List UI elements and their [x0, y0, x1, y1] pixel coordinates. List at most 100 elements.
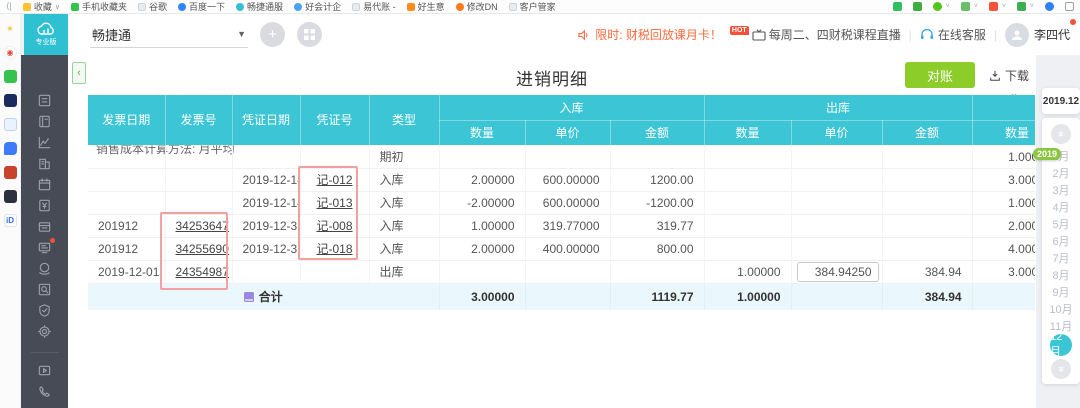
voucher-link[interactable]: 记-013 [316, 196, 352, 210]
bookmark-crm[interactable]: 客户管家 [509, 0, 556, 13]
col-invoice-no[interactable]: 发票号 [165, 95, 232, 145]
sidebar-item-report-icon[interactable] [34, 240, 56, 255]
sidebar-item-settings-gear-icon[interactable] [34, 324, 56, 339]
workspace-select[interactable]: 畅捷通 ▼ [90, 22, 248, 48]
col-in-amount[interactable]: 金额 [610, 120, 704, 145]
sidebar-item-query-icon[interactable] [34, 282, 56, 297]
doc-icon[interactable] [4, 118, 17, 131]
sidebar-divider [31, 352, 59, 353]
month-item-selected[interactable]: 12月 [1050, 334, 1072, 356]
download-button[interactable]: 下载 [989, 67, 1029, 84]
sidebar-item-voucher-icon[interactable] [34, 198, 56, 213]
sidebar-item-service-icon[interactable] [34, 261, 56, 276]
extension-scissors-icon[interactable] [989, 2, 998, 11]
col-voucher-date[interactable]: 凭证日期 [232, 95, 300, 145]
invoice-link[interactable]: 34255690 [176, 242, 229, 256]
promo-link[interactable]: 限时: 财税回放课月卡！ [577, 26, 722, 43]
game-icon[interactable] [4, 166, 17, 179]
bookmark-baidu[interactable]: 百度一下 [178, 0, 225, 13]
col-out-qty[interactable]: 数量 [704, 120, 791, 145]
month-item[interactable]: 4月 [1049, 198, 1073, 215]
page-icon [352, 3, 360, 11]
col-out-price[interactable]: 单价 [791, 120, 882, 145]
voucher-link[interactable]: 记-012 [316, 173, 352, 187]
total-in-qty: 3.00000 [439, 283, 525, 310]
voucher-link[interactable]: 记-008 [316, 219, 352, 233]
col-out-amount[interactable]: 金额 [882, 120, 972, 145]
bookmark-yidaizhang[interactable]: 易代账 - [352, 0, 396, 13]
workspace-name: 畅捷通 [92, 25, 131, 44]
sidebar-item-ledger-icon[interactable] [34, 114, 56, 129]
month-item[interactable]: 7月 [1049, 249, 1073, 266]
invoice-link[interactable]: 34253647 [176, 219, 229, 233]
star-icon[interactable]: ★ [4, 22, 17, 35]
out-price-input[interactable]: 384.94250 [797, 262, 879, 282]
month-item[interactable]: 2月 [1049, 164, 1073, 181]
col-voucher-no[interactable]: 凭证号 [300, 95, 369, 145]
extension-media-icon[interactable] [1017, 2, 1026, 11]
person-icon [1010, 28, 1024, 42]
online-service-link[interactable]: 在线客服 [920, 26, 986, 43]
sidebar-item-report-chart-icon[interactable] [34, 135, 56, 150]
bookmark-favorites[interactable]: 收藏 ∨ [23, 0, 60, 13]
table-row: 201912 34253647 2019-12-31 记-008 入库 1.00… [88, 214, 1035, 237]
month-item[interactable]: 9月 [1049, 283, 1073, 300]
bookmark-haoshengyi[interactable]: 好生意 [407, 0, 445, 13]
total-out-qty: 1.00000 [704, 283, 791, 310]
chevron-down-icon: ∨ [55, 3, 60, 11]
voucher-link[interactable]: 记-018 [316, 242, 352, 256]
bookmark-accounting[interactable]: 好会计企 [294, 0, 341, 13]
reconcile-button[interactable]: 对账 [905, 62, 975, 88]
month-item[interactable]: 10月 [1049, 300, 1073, 317]
chevron-down-icon[interactable]: » [1051, 359, 1071, 379]
col-invoice-date[interactable]: 发票日期 [88, 95, 165, 145]
game2-icon[interactable] [4, 190, 17, 203]
bookmark-mobile[interactable]: 手机收藏夹 [71, 0, 127, 13]
sidebar-item-calendar-icon[interactable] [34, 177, 56, 192]
add-button[interactable]: + [260, 22, 285, 47]
extension-font-icon[interactable] [961, 2, 970, 11]
col-type[interactable]: 类型 [369, 95, 439, 145]
search-icon[interactable] [1045, 2, 1054, 11]
month-item[interactable]: 8月 [1049, 266, 1073, 283]
tv-icon [752, 29, 766, 41]
sidebar-item-video-icon[interactable] [34, 363, 56, 378]
bookmark-chanjet[interactable]: 畅捷通服 [236, 0, 283, 13]
sidebar-item-company-icon[interactable] [34, 156, 56, 171]
invoice-link[interactable]: 24354987 [176, 265, 229, 279]
sidebar-item-invoice-icon[interactable] [34, 219, 56, 234]
current-period[interactable]: 2019.12 [1042, 88, 1080, 114]
notification-dot [1070, 19, 1076, 25]
logo-caption: 专业版 [36, 37, 57, 47]
zhihu-icon[interactable] [4, 94, 17, 107]
sidebar-item-form-icon[interactable] [34, 93, 56, 108]
extension-shield-icon[interactable] [933, 2, 942, 11]
app-header: 畅捷通 ▼ + 限时: 财税回放课月卡！ HOT 每周二、四财税课程直播 | 在… [68, 14, 1080, 55]
weibo-icon[interactable]: ◉ [4, 46, 17, 59]
chevron-up-icon[interactable]: » [1051, 124, 1071, 144]
bookmark-dn[interactable]: 修改DN [456, 0, 498, 13]
extension-book-icon[interactable] [893, 2, 902, 11]
extension-translate-icon[interactable] [913, 2, 922, 11]
total-out-amount: 384.94 [882, 283, 972, 310]
sidebar-item-phone-icon[interactable] [34, 384, 56, 399]
col-balance-qty[interactable]: 数量 [972, 120, 1035, 145]
sidebar-item-security-icon[interactable] [34, 303, 56, 318]
speaker-icon [577, 29, 590, 41]
col-in-qty[interactable]: 数量 [439, 120, 525, 145]
apps-grid-button[interactable] [297, 22, 322, 47]
chat-icon[interactable] [4, 142, 17, 155]
mail-icon[interactable] [4, 70, 17, 83]
app-logo[interactable]: 专业版 [24, 13, 68, 55]
month-item[interactable]: 3月 [1049, 181, 1073, 198]
user-menu[interactable]: 李四代 [1005, 23, 1070, 47]
id-app-icon[interactable]: iD [4, 214, 17, 227]
star-icon [23, 3, 31, 11]
sidebar-collapse-icon[interactable]: ⟨| [6, 1, 12, 12]
month-item[interactable]: 5月 [1049, 215, 1073, 232]
live-link[interactable]: HOT 每周二、四财税课程直播 [730, 26, 901, 43]
apps-grid-icon[interactable] [1065, 2, 1074, 11]
bookmark-google[interactable]: 谷歌 [138, 0, 167, 13]
col-in-price[interactable]: 单价 [525, 120, 610, 145]
month-item[interactable]: 6月 [1049, 232, 1073, 249]
